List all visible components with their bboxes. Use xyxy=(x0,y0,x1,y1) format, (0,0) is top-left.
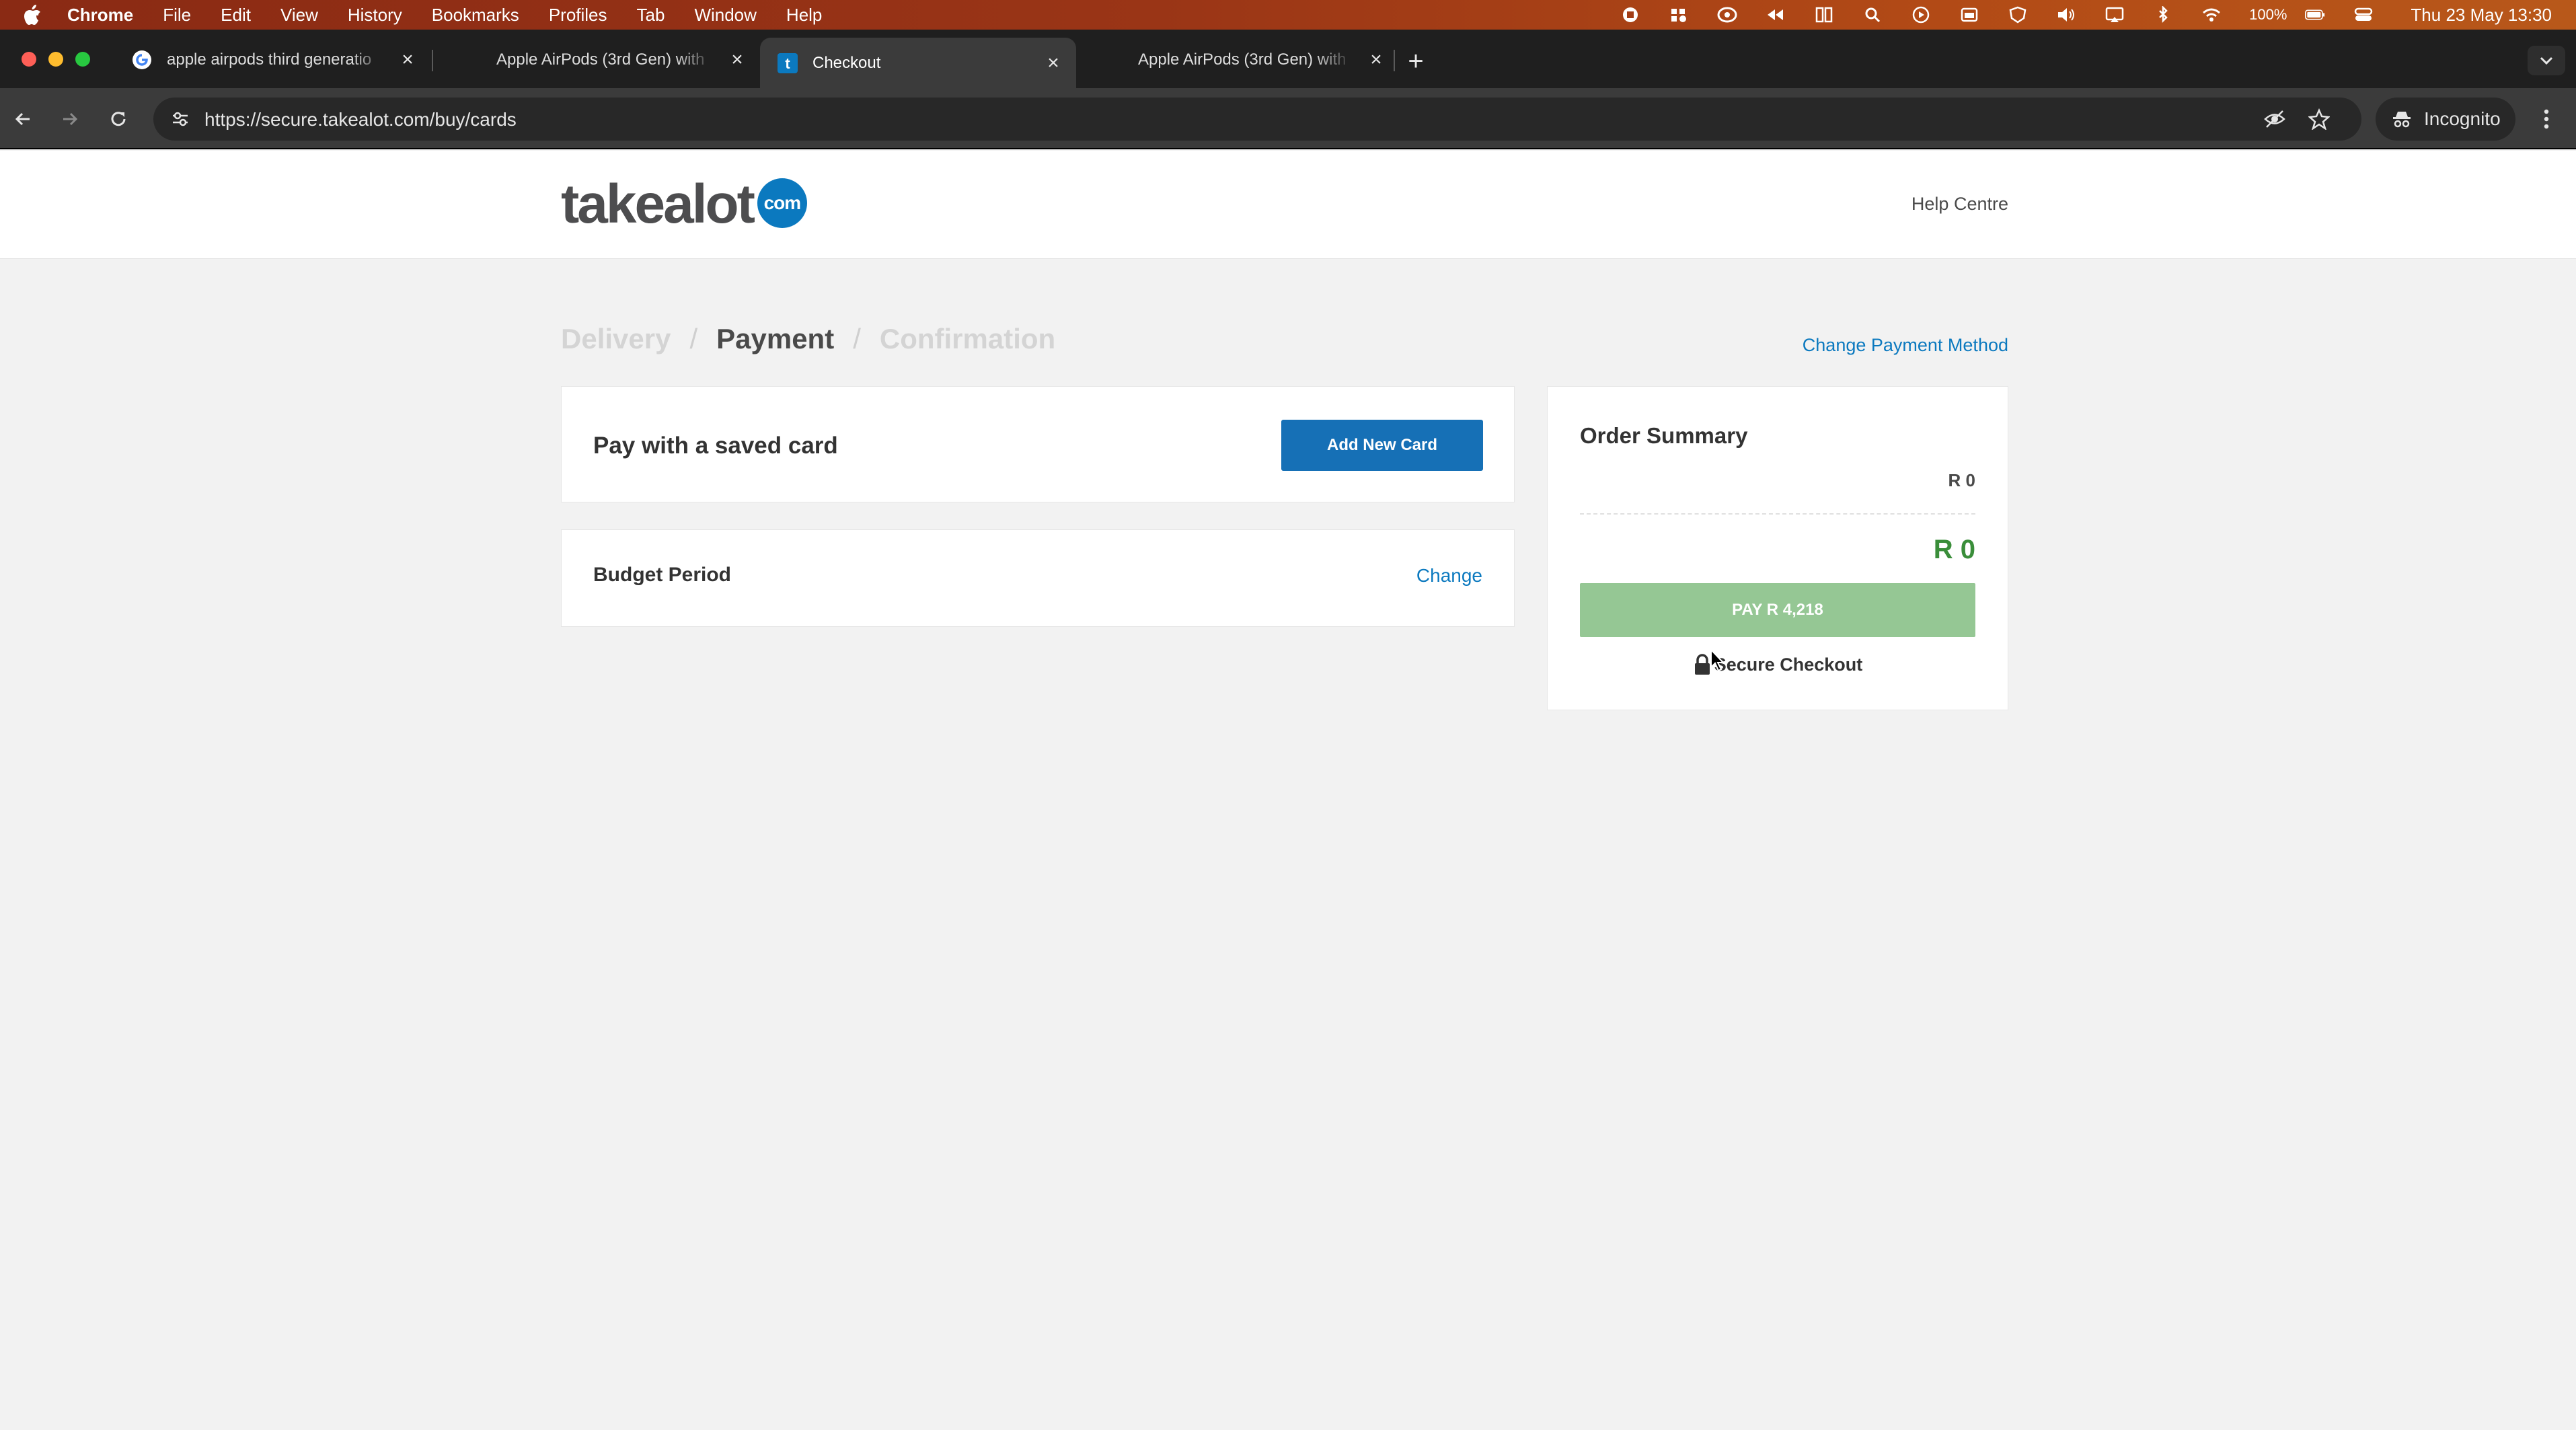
chrome-menu-button[interactable] xyxy=(2533,103,2560,135)
incognito-profile-button[interactable]: Incognito xyxy=(2376,98,2515,141)
menu-view[interactable]: View xyxy=(266,5,333,26)
status-area: 100% Thu 23 May 13:30 xyxy=(1606,0,2576,30)
minimize-window-button[interactable] xyxy=(48,52,63,67)
close-icon[interactable]: × xyxy=(1040,50,1067,77)
back-button[interactable] xyxy=(7,103,39,135)
budget-change-link[interactable]: Change xyxy=(1416,565,1482,587)
svg-text:t: t xyxy=(785,55,790,72)
saved-card-panel: Pay with a saved card Add New Card xyxy=(561,386,1515,502)
tab-checkout[interactable]: t Checkout × xyxy=(760,38,1076,88)
menu-file[interactable]: File xyxy=(148,5,206,26)
takealot-logo[interactable]: takealot com xyxy=(561,174,807,235)
bookmark-star-icon[interactable] xyxy=(2307,107,2331,131)
reload-button[interactable] xyxy=(102,103,135,135)
total-value: R 0 xyxy=(1933,535,1975,564)
step-payment: Payment xyxy=(716,323,835,354)
tab-airpods-2[interactable]: Apple AirPods (3rd Gen) with × xyxy=(1083,38,1399,82)
incognito-label: Incognito xyxy=(2424,108,2501,129)
zoom-window-button[interactable] xyxy=(75,52,90,67)
step-separator: / xyxy=(689,323,698,354)
tab-title: apple airpods third generatio xyxy=(167,50,372,69)
new-tab-button[interactable]: + xyxy=(1400,46,1431,77)
summary-divider xyxy=(1580,513,1975,515)
step-confirmation: Confirmation xyxy=(879,323,1056,354)
saved-card-title: Pay with a saved card xyxy=(593,432,838,459)
chevron-down-icon xyxy=(2540,57,2553,65)
secure-checkout: Secure Checkout xyxy=(1548,653,2008,676)
change-payment-method-link[interactable]: Change Payment Method xyxy=(1803,335,2008,356)
order-summary-title: Order Summary xyxy=(1580,423,1748,448)
volume-icon[interactable] xyxy=(2056,6,2076,24)
battery-percentage: 100% xyxy=(2249,6,2287,23)
play-icon[interactable] xyxy=(1911,6,1931,24)
add-new-card-button[interactable]: Add New Card xyxy=(1281,420,1483,471)
tab-title: Apple AirPods (3rd Gen) with xyxy=(496,50,705,69)
menu-bookmarks[interactable]: Bookmarks xyxy=(417,5,534,26)
vpn-icon[interactable] xyxy=(2008,6,2028,24)
menu-tab[interactable]: Tab xyxy=(622,5,680,26)
menu-bar: Chrome File Edit View History Bookmarks … xyxy=(0,0,2576,30)
menu-edit[interactable]: Edit xyxy=(206,5,266,26)
site-header: takealot com Help Centre xyxy=(0,151,2576,259)
budget-period-title: Budget Period xyxy=(593,564,732,586)
tab-airpods-1[interactable]: Apple AirPods (3rd Gen) with × xyxy=(444,38,760,82)
browser-toolbar: https://secure.takealot.com/buy/cards In… xyxy=(0,88,2576,149)
menu-window[interactable]: Window xyxy=(679,5,771,26)
tab-google-search[interactable]: apple airpods third generatio × xyxy=(114,38,430,82)
budget-period-panel: Budget Period Change xyxy=(561,529,1515,627)
lock-icon xyxy=(1693,653,1712,676)
reload-icon xyxy=(111,112,126,126)
spotlight-icon[interactable] xyxy=(1862,6,1883,24)
url-text[interactable]: https://secure.takealot.com/buy/cards xyxy=(204,109,517,130)
tab-separator xyxy=(1394,50,1395,71)
screen-record-icon[interactable] xyxy=(1620,6,1640,24)
tab-search-button[interactable] xyxy=(2528,46,2565,75)
window-icon[interactable] xyxy=(1959,6,1979,24)
menubar-clock[interactable]: Thu 23 May 13:30 xyxy=(2411,5,2552,26)
apple-icon[interactable] xyxy=(17,0,47,30)
control-center-icon[interactable] xyxy=(2353,6,2374,24)
tab-title: Apple AirPods (3rd Gen) with xyxy=(1138,50,1347,69)
forward-arrow-icon xyxy=(63,112,78,126)
incognito-icon xyxy=(2390,108,2413,130)
battery-icon[interactable] xyxy=(2305,6,2325,24)
menu-app-name[interactable]: Chrome xyxy=(47,5,148,26)
step-delivery[interactable]: Delivery xyxy=(561,323,671,355)
pay-button[interactable]: PAY R 4,218 xyxy=(1580,583,1975,637)
screen-mirroring-icon[interactable] xyxy=(2105,6,2125,24)
wifi-icon[interactable] xyxy=(2201,6,2222,24)
site-info-icon[interactable] xyxy=(167,106,194,133)
forward-button[interactable] xyxy=(54,103,86,135)
checkout-steps: Delivery / Payment / Confirmation xyxy=(561,323,1055,355)
more-vert-icon xyxy=(2544,109,2549,129)
close-icon[interactable]: × xyxy=(724,46,751,73)
creative-cloud-icon[interactable] xyxy=(1717,6,1737,24)
help-centre-link[interactable]: Help Centre xyxy=(1911,194,2008,215)
reader-icon[interactable] xyxy=(1814,6,1834,24)
mouse-cursor-icon xyxy=(1710,648,1725,672)
bluetooth-icon[interactable] xyxy=(2153,6,2173,24)
order-summary-panel: Order Summary R 0 R 0 PAY R 4,218 Secure… xyxy=(1547,386,2008,710)
step-separator: / xyxy=(853,323,861,354)
close-icon[interactable]: × xyxy=(1363,46,1390,73)
logo-wordmark: takealot xyxy=(561,174,755,235)
tab-title: Checkout xyxy=(812,53,881,72)
close-icon[interactable]: × xyxy=(394,46,421,73)
close-window-button[interactable] xyxy=(22,52,36,67)
tab-strip: apple airpods third generatio × Apple Ai… xyxy=(0,30,2576,88)
back-arrow-icon xyxy=(15,112,30,126)
rewind-icon[interactable] xyxy=(1766,6,1786,24)
extensions-icon[interactable] xyxy=(1669,6,1689,24)
takealot-icon: t xyxy=(778,52,798,73)
subtotal-value: R 0 xyxy=(1948,470,1975,490)
logo-badge: com xyxy=(757,178,807,228)
secure-checkout-label: Secure Checkout xyxy=(1714,654,1863,675)
menu-profiles[interactable]: Profiles xyxy=(534,5,622,26)
menu-history[interactable]: History xyxy=(333,5,417,26)
menu-help[interactable]: Help xyxy=(771,5,837,26)
address-bar[interactable]: https://secure.takealot.com/buy/cards xyxy=(153,98,2361,141)
google-icon xyxy=(132,50,152,70)
eye-off-icon[interactable] xyxy=(2263,107,2287,131)
tab-separator xyxy=(432,50,433,71)
